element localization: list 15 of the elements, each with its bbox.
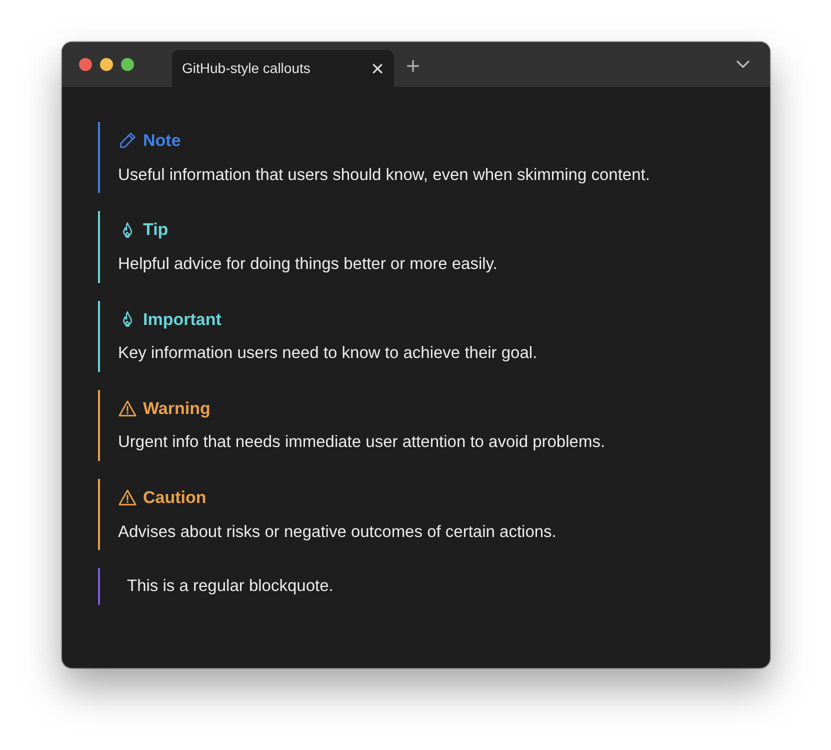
callout-title: Caution: [143, 487, 206, 509]
callout-text: Key information users need to know to achieve their goal.: [118, 343, 538, 364]
tab[interactable]: GitHub-style callouts ×: [172, 50, 394, 87]
close-tab-button[interactable]: ×: [371, 58, 384, 80]
callout-text: Advises about risks or negative outcomes of certain actions.: [118, 522, 558, 542]
callout-title: Note: [143, 130, 181, 152]
tab-label: GitHub-style callouts: [182, 59, 310, 78]
callout-text: Useful information that users should know, even when skimming content.: [118, 164, 651, 186]
callout-text: This is a regular blockquote.: [126, 576, 334, 598]
callout-text: Urgent info that needs immediate user attention to avoid problems.: [118, 432, 606, 454]
callout-title: Important: [143, 308, 222, 330]
callout-text: Helpful advice for doing things better or more easily.: [118, 254, 498, 275]
callout-title: Warning: [143, 398, 210, 420]
new-tab-button[interactable]: +: [406, 55, 420, 79]
callout-title: Tip: [143, 219, 168, 242]
